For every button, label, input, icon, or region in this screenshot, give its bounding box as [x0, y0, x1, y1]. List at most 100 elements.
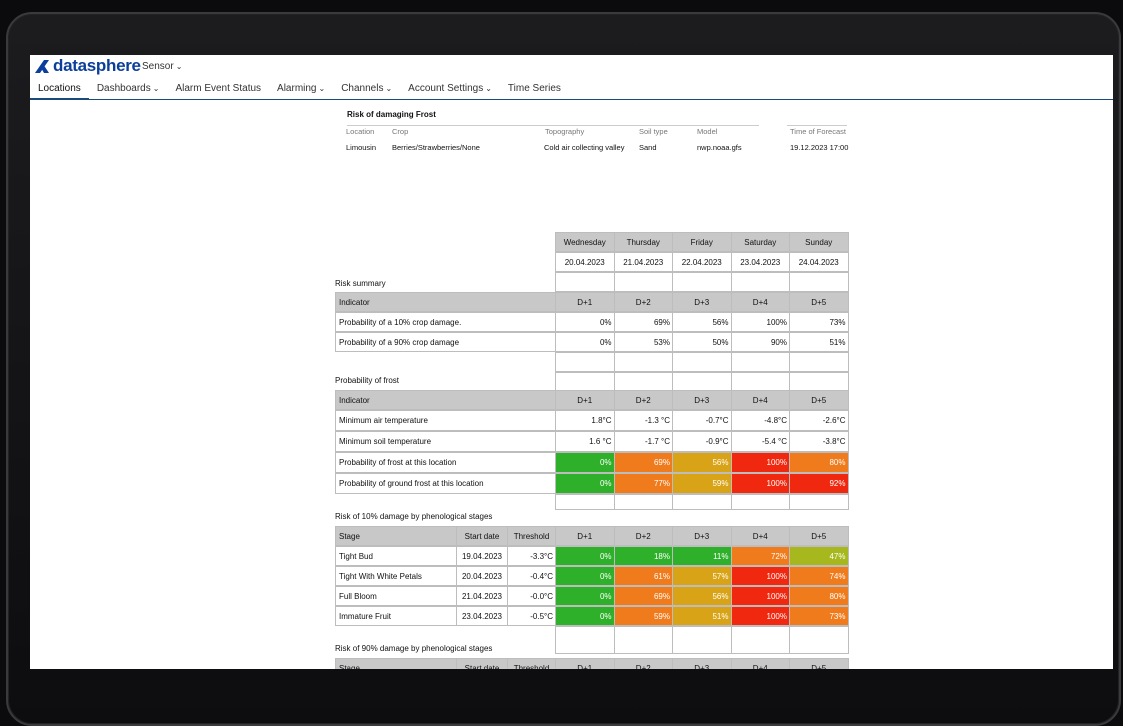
spacer-a-d1	[555, 272, 615, 292]
damage10-start-date: 21.04.2023	[456, 586, 508, 606]
risk-summary-value-d3: 56%	[672, 312, 732, 332]
spacer-a-d3	[672, 272, 732, 292]
damage10-value-d1: 0%	[555, 546, 615, 566]
spacer-c-d4	[730, 372, 790, 392]
spacer-c-d1	[555, 372, 615, 392]
datasphere-logo-icon	[35, 60, 49, 73]
spacer-d-d5	[789, 494, 849, 510]
damage10-value-d3: 57%	[672, 566, 732, 586]
day-name-d4: Saturday	[730, 232, 790, 252]
damage90-dlabel-d5: D+5	[789, 658, 849, 669]
damage10-threshold: -0.4°C	[507, 566, 556, 586]
nav-channels[interactable]: Channels ⌄	[333, 79, 400, 98]
damage10-stage: Full Bloom	[335, 586, 457, 606]
damage90-start-header: Start date	[456, 658, 508, 669]
meta-label-location: Location	[346, 127, 375, 136]
risk-summary-value-d4: 100%	[730, 312, 790, 332]
damage10-stage: Tight With White Petals	[335, 566, 457, 586]
damage10-dlabel-d1: D+1	[555, 526, 615, 546]
sensor-dropdown[interactable]: Sensor ⌄	[142, 61, 182, 72]
nav-locations[interactable]: Locations	[30, 79, 89, 100]
nav-label: Alarm Event Status	[175, 83, 262, 94]
meta-divider	[347, 125, 759, 126]
nav-alarm-event-status[interactable]: Alarm Event Status	[167, 79, 269, 98]
damage90-stage-header: Stage	[335, 658, 457, 669]
spacer-e-d3	[672, 626, 732, 654]
spacer-e-d2	[613, 626, 673, 654]
day-date-d1: 20.04.2023	[555, 252, 615, 272]
damage10-value-d5: 47%	[789, 546, 849, 566]
risk-summary-value-d3: 50%	[672, 332, 732, 352]
damage10-threshold: -0.5°C	[507, 606, 556, 626]
damage10-value-d5: 74%	[789, 566, 849, 586]
day-name-d3: Friday	[672, 232, 732, 252]
chevron-down-icon: ⌄	[485, 84, 492, 93]
meta-label-time: Time of Forecast	[790, 127, 846, 136]
frost-value-d1: 0%	[555, 452, 615, 473]
meta-crop: Berries/Strawberries/None	[392, 143, 480, 152]
spacer-a-d5	[789, 272, 849, 292]
frost-row-label: Minimum air temperature	[335, 410, 556, 431]
frost-value-d3: -0.9°C	[672, 431, 732, 452]
day-date-d3: 22.04.2023	[672, 252, 732, 272]
section-title-risk-summary: Risk summary	[335, 279, 386, 288]
damage10-value-d3: 11%	[672, 546, 732, 566]
chevron-down-icon: ⌄	[318, 84, 326, 93]
frost-value-d1: 0%	[555, 473, 615, 494]
spacer-d-d2	[613, 494, 673, 510]
damage10-value-d5: 73%	[789, 606, 849, 626]
damage10-value-d4: 100%	[730, 586, 790, 606]
frost-value-d5: 92%	[789, 473, 849, 494]
frost-value-d5: -3.8°C	[789, 431, 849, 452]
sensor-label: Sensor	[142, 61, 174, 72]
damage10-threshold: -0.0°C	[507, 586, 556, 606]
risk-summary-row-label: Probability of a 10% crop damage.	[335, 312, 556, 332]
spacer-b-d4	[730, 352, 790, 372]
frost-value-d4: -4.8°C	[730, 410, 790, 431]
nav-dashboards[interactable]: Dashboards ⌄	[89, 79, 168, 98]
app-screen: datasphere Sensor ⌄ Locations Dashboards ⌄ A…	[30, 55, 1113, 669]
nav-time-series[interactable]: Time Series	[500, 79, 569, 98]
spacer-c-d2	[613, 372, 673, 392]
spacer-c-d3	[672, 372, 732, 392]
frost-value-d5: -2.6°C	[789, 410, 849, 431]
nav-label: Channels	[341, 83, 384, 94]
spacer-a-d2	[613, 272, 673, 292]
frost-value-d2: -1.3 °C	[613, 410, 673, 431]
risk-summary-dlabel-d5: D+5	[789, 292, 849, 312]
logo[interactable]: datasphere	[34, 56, 141, 76]
damage10-stage: Tight Bud	[335, 546, 457, 566]
brand-bar: datasphere Sensor ⌄	[30, 55, 1113, 77]
frost-dlabel-d4: D+4	[730, 390, 790, 410]
damage10-value-d4: 100%	[730, 606, 790, 626]
damage10-value-d1: 0%	[555, 586, 615, 606]
frost-value-d1: 1.6 °C	[555, 431, 615, 452]
damage10-stage: Immature Fruit	[335, 606, 457, 626]
spacer-b-d1	[555, 352, 615, 372]
day-name-d2: Thursday	[613, 232, 673, 252]
risk-summary-value-d2: 53%	[613, 332, 673, 352]
damage10-value-d1: 0%	[555, 566, 615, 586]
day-date-d4: 23.04.2023	[730, 252, 790, 272]
risk-summary-value-d4: 90%	[730, 332, 790, 352]
nav-alarming[interactable]: Alarming ⌄	[269, 79, 333, 98]
frost-value-d2: -1.7 °C	[613, 431, 673, 452]
damage10-start-header: Start date	[456, 526, 508, 546]
damage10-value-d2: 69%	[613, 586, 673, 606]
meta-label-model: Model	[697, 127, 718, 136]
frost-dlabel-d2: D+2	[613, 390, 673, 410]
frost-value-d2: 69%	[613, 452, 673, 473]
damage10-value-d2: 59%	[613, 606, 673, 626]
day-date-d5: 24.04.2023	[789, 252, 849, 272]
chevron-down-icon: ⌄	[175, 62, 183, 71]
damage10-value-d3: 56%	[672, 586, 732, 606]
chevron-down-icon: ⌄	[152, 84, 160, 93]
nav-label: Locations	[38, 83, 81, 94]
nav-account-settings[interactable]: Account Settings ⌄	[400, 79, 500, 98]
damage90-dlabel-d4: D+4	[730, 658, 790, 669]
day-date-d2: 21.04.2023	[613, 252, 673, 272]
damage10-dlabel-d4: D+4	[730, 526, 790, 546]
frost-row-label: Minimum soil temperature	[335, 431, 556, 452]
damage10-value-d2: 18%	[613, 546, 673, 566]
chevron-down-icon: ⌄	[385, 84, 393, 93]
